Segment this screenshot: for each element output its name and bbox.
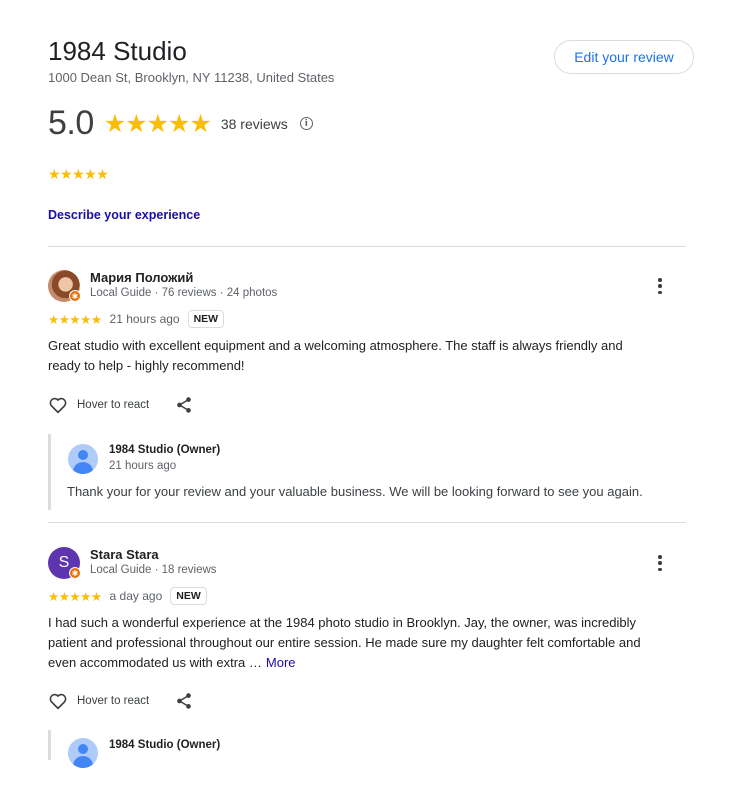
review-text: I had such a wonderful experience at the… <box>48 613 658 673</box>
review-actions: Hover to react <box>48 692 193 710</box>
review-rating-line: ★★★★★ 21 hours ago NEW <box>48 310 225 328</box>
review-rating-line: ★★★★★ a day ago NEW <box>48 587 207 605</box>
new-badge: NEW <box>170 587 207 605</box>
place-reviews-panel: 1984 Studio 1000 Dean St, Brooklyn, NY 1… <box>0 0 740 800</box>
edit-review-button[interactable]: Edit your review <box>554 40 694 74</box>
share-icon[interactable] <box>175 692 193 710</box>
new-badge: NEW <box>187 310 225 328</box>
local-guide-badge-icon: ✱ <box>69 290 81 302</box>
review-stars: ★★★★★ <box>48 312 102 327</box>
owner-reply-time: 21 hours ago <box>109 460 177 472</box>
info-icon[interactable]: i <box>299 117 313 130</box>
reviewer-meta: Local Guide · 18 reviews <box>90 564 217 576</box>
owner-reply-text: Thank your for your review and your valu… <box>67 484 643 499</box>
my-rating-stars[interactable]: ★★★★★ <box>48 166 109 183</box>
reviewer-name[interactable]: Stara Stara <box>90 547 159 562</box>
more-link[interactable]: More <box>266 655 296 670</box>
more-options-icon[interactable] <box>652 553 668 573</box>
more-options-icon[interactable] <box>652 276 668 296</box>
owner-avatar <box>68 444 98 474</box>
owner-avatar <box>68 738 98 768</box>
rating-value: 5.0 <box>48 104 94 142</box>
rating-stars: ★★★★★ <box>103 109 212 138</box>
heart-icon[interactable] <box>48 692 68 710</box>
local-guide-badge-icon: ✱ <box>69 567 81 579</box>
review-count[interactable]: 38 reviews <box>221 116 288 132</box>
owner-reply: 1984 Studio (Owner) <box>48 730 688 768</box>
share-icon[interactable] <box>175 396 193 414</box>
owner-name: 1984 Studio (Owner) <box>109 739 221 751</box>
owner-name: 1984 Studio (Owner) <box>109 444 221 456</box>
review-text: Great studio with excellent equipment an… <box>48 338 623 373</box>
react-label[interactable]: Hover to react <box>77 695 149 707</box>
divider <box>48 522 686 523</box>
overall-rating: 5.0 ★★★★★ 38 reviews i <box>48 104 313 143</box>
reviewer-meta: Local Guide · 76 reviews · 24 photos <box>90 287 278 299</box>
review-actions: Hover to react <box>48 396 193 414</box>
reviewer-name[interactable]: Мария Положий <box>90 270 193 285</box>
divider <box>48 246 686 247</box>
owner-reply: 1984 Studio (Owner) 21 hours ago Thank y… <box>48 434 688 510</box>
react-label[interactable]: Hover to react <box>77 399 149 411</box>
review-stars: ★★★★★ <box>48 589 102 604</box>
describe-experience-link[interactable]: Describe your experience <box>48 208 200 222</box>
business-name: 1984 Studio <box>48 36 187 66</box>
heart-icon[interactable] <box>48 396 68 414</box>
review-time: 21 hours ago <box>109 312 180 326</box>
review-text-body: I had such a wonderful experience at the… <box>48 615 641 670</box>
review-time: a day ago <box>109 589 163 603</box>
business-address: 1000 Dean St, Brooklyn, NY 11238, United… <box>48 70 335 85</box>
